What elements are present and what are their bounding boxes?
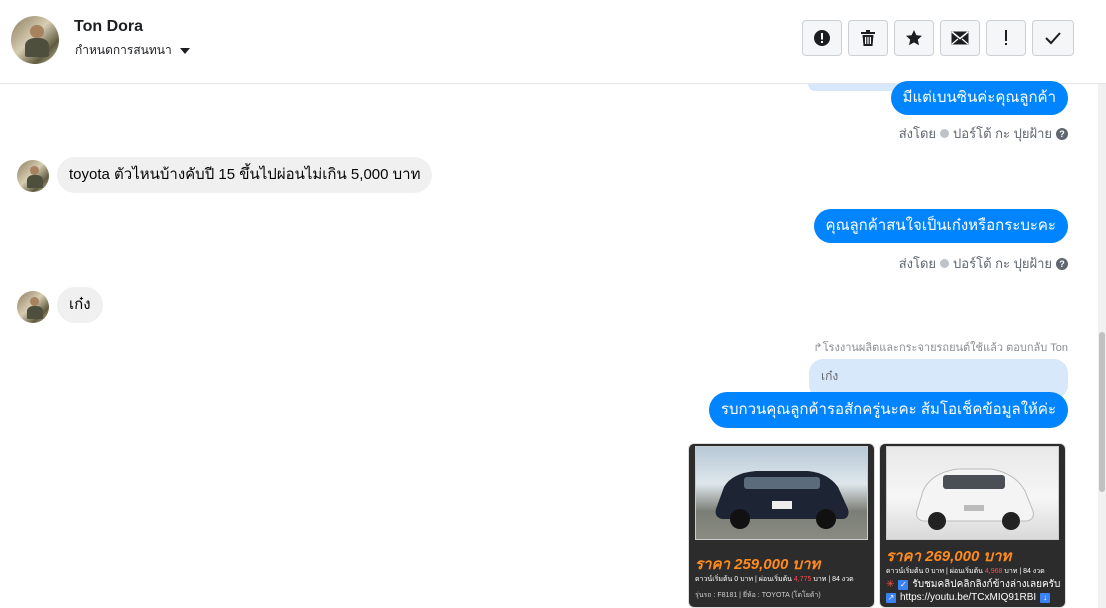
sent-by-info: ส่งโดย ปอร์โต้ กะ ปุยฝ้าย ? [899,123,1068,144]
scrollbar[interactable] [1098,84,1106,608]
youtube-link[interactable]: https://youtu.be/TCxMIQ91RBI [900,592,1036,603]
trash-icon [861,30,875,46]
caret-down-icon [179,47,190,54]
outgoing-message[interactable]: รบกวนคุณลูกค้ารอสักครู่นะคะ ส้มโอเช็คข้อ… [708,392,1068,428]
scrollbar-thumb[interactable] [1099,332,1105,492]
contact-avatar[interactable] [11,16,59,64]
reply-note-text: โรงงานผลิตและกระจายรถยนต์ใช้แล้ว ตอบกลับ… [822,342,1068,354]
outgoing-message[interactable]: มีแต่เบนซินค่ะคุณลูกค้า [890,81,1068,115]
check-box-icon: ✓ [898,579,909,590]
report-button[interactable] [802,20,842,56]
contact-name[interactable]: Ton Dora [74,18,143,36]
car-price: ราคา 259,000 บาท [695,556,821,573]
car-photo [695,446,868,540]
verified-dot-icon [940,259,950,268]
car-image [916,468,1034,530]
star-button[interactable] [894,20,934,56]
car-payment-detail: ดาวน์เริ่มต้น 0 บาท | ผ่อนเริ่มต้น 4,968… [886,568,1045,575]
help-icon[interactable]: ? [1056,127,1068,140]
exclamation-icon [1005,30,1007,45]
mail-button[interactable] [940,20,980,56]
car-link-line[interactable]: ↗ https://youtu.be/TCxMIQ91RBI ↓ [886,592,1051,603]
mark-done-button[interactable] [1032,20,1074,56]
clip-text: รับชมคลิปคลิกลิงก์ข้างล่างเลยครับ [912,579,1061,590]
reply-note: ↱โรงงานผลิตและกระจายรถยนต์ใช้แล้ว ตอบกลั… [813,338,1068,356]
car-image [715,471,849,529]
verified-dot-icon [940,129,950,138]
reply-arrow-icon: ↱ [813,342,823,354]
sender-name: ปอร์โต้ กะ ปุยฝ้าย [953,126,1052,141]
incoming-message[interactable]: toyota ตัวไหนบ้างคับปี 15 ขึ้นไปผ่อนไม่เ… [57,157,433,193]
car-model-line: รุ่นรถ : F8181 | ยี่ห้อ : TOYOTA (โตโยต้… [695,592,821,599]
header-actions [802,20,1074,56]
link-icon: ↗ [886,592,896,603]
asterisk-icon: ✳ [886,579,895,590]
sent-by-info: ส่งโดย ปอร์โต้ กะ ปุยฝ้าย ? [899,253,1068,274]
car-clip-line: ✳ ✓ รับชมคลิปคลิกลิงก์ข้างล่างเลยครับ [886,577,1060,592]
sent-by-prefix: ส่งโดย [898,126,937,141]
car-photo [886,446,1059,540]
envelope-icon [951,31,969,45]
car-listing-card[interactable]: ราคา 269,000 บาท ดาวน์เริ่มต้น 0 บาท | ผ… [879,443,1066,608]
mark-important-button[interactable] [986,20,1026,56]
star-icon [906,30,922,46]
report-icon [814,30,830,46]
help-icon[interactable]: ? [1056,257,1068,270]
delete-button[interactable] [848,20,888,56]
conversation-header: Ton Dora กำหนดการสนทนา [0,0,1106,84]
car-listing-card[interactable]: ราคา 259,000 บาท ดาวน์เริ่มต้น 0 บาท | ผ… [688,443,875,608]
car-payment-detail: ดาวน์เริ่มต้น 0 บาท | ผ่อนเริ่มต้น 4,775… [695,576,854,583]
sent-by-prefix: ส่งโดย [898,256,937,271]
contact-avatar-small[interactable] [17,291,49,323]
car-price: ราคา 269,000 บาท [886,548,1012,565]
arrow-down-icon: ↓ [1040,592,1051,603]
sender-name: ปอร์โต้ กะ ปุยฝ้าย [953,256,1052,271]
outgoing-message[interactable]: คุณลูกค้าสนใจเป็นเก๋งหรือกระบะคะ [813,209,1068,243]
checkmark-icon [1045,32,1061,45]
conversation-schedule-dropdown[interactable]: กำหนดการสนทนา [75,41,190,60]
conversation-schedule-label: กำหนดการสนทนา [75,43,172,57]
incoming-message[interactable]: เก๋ง [57,287,103,323]
contact-avatar-small[interactable] [17,160,49,192]
